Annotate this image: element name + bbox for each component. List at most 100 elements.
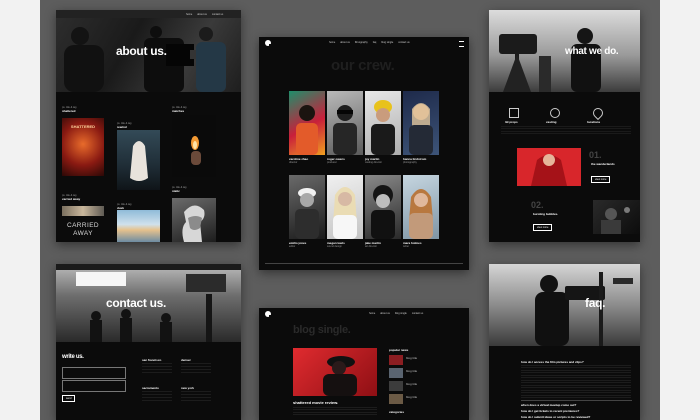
sunset-sea-image[interactable] [117,210,160,242]
nav-home[interactable]: home [186,13,192,16]
match-flame-image[interactable] [172,115,216,177]
poster-title-text: SHATTERED [70,124,96,129]
nav-home[interactable]: home [329,41,335,44]
crew-caption-3: joy martin casting director [365,157,382,164]
crew-caption-8: mara holmes writer [403,241,422,248]
crew-caption-5: emilio jones editor [289,241,307,248]
crew-portrait-7[interactable] [365,175,401,239]
about-item-4-caption: ps. title & tag carried away [62,194,81,201]
bubbles-feature-image[interactable] [593,200,640,234]
about-us-page-mockup[interactable]: about us. home about us contact us ps. t… [56,10,241,242]
feature-1-view-button[interactable]: view more [591,176,611,183]
news-thumb-1[interactable] [389,355,403,365]
faq-divider-1 [521,400,632,401]
faq-question-2[interactable]: when does a virtual meetup come out? [521,403,576,407]
crew-portrait-5[interactable] [289,175,325,239]
nav-blog[interactable]: blog single [395,312,407,315]
portrait-1-figure [296,105,318,155]
blog-single-page-mockup[interactable]: home about us blog single contact us blo… [259,308,469,420]
nav-contact[interactable]: contact us [398,41,409,44]
popular-news-heading: popular news [389,348,409,352]
news-thumb-4[interactable] [389,394,403,404]
red-jacket-figure [531,154,567,186]
nav-about[interactable]: about us [340,41,350,44]
faq-top-nav[interactable]: home faq [569,267,584,270]
news-title-3[interactable]: blog title [406,382,417,386]
categories-heading: categories [389,410,405,414]
carried-away-strip-image[interactable] [62,206,104,216]
crew-portrait-6[interactable] [327,175,363,239]
blog-post-figure [323,356,357,396]
faq-question-3[interactable]: how do I get tickets to recent premieres… [521,409,579,413]
name-input[interactable] [62,367,126,379]
office-sf-lines [142,363,172,375]
email-input[interactable] [62,380,126,392]
news-thumb-3[interactable] [389,381,403,391]
crew-portrait-1[interactable] [289,91,325,155]
crew-caption-2: roger owens producer [327,157,345,164]
send-button[interactable]: send [62,395,76,402]
service-label-2: casting [546,120,557,124]
portrait-3-figure [371,100,395,155]
contact-us-page-mockup[interactable]: contact us. write us. send san francisco… [56,264,241,420]
portrait-5-figure [295,188,319,239]
nav-home[interactable]: home [369,312,375,315]
white-cloth-figure-image[interactable] [117,130,160,190]
office-denver: denver [181,358,191,362]
office-newyork: new york [181,386,195,390]
feature-2-view-button[interactable]: view more [533,224,553,231]
nav-blog[interactable]: blog single [381,41,393,44]
faq-page-mockup[interactable]: faq. home faq how do I access the film p… [489,264,640,420]
brand-logo-icon[interactable] [265,40,272,47]
blog-post-hero-image[interactable] [293,348,377,396]
blog-top-nav[interactable]: home about us blog single contact us [369,312,423,315]
nav-contact[interactable]: contact us [212,13,223,16]
nav-about[interactable]: about us [380,312,390,315]
portrait-6-figure [333,187,357,239]
menu-icon[interactable] [459,41,464,47]
portrait-7-figure [371,185,395,239]
faq-title: faq. [585,296,606,310]
news-title-4[interactable]: blog title [406,395,417,399]
crew-portrait-2[interactable] [327,91,363,155]
shattered-poster-image[interactable]: SHATTERED [62,118,104,176]
nav-faq[interactable]: faq [580,267,583,270]
contact-hero-image: contact us. [56,264,241,342]
about-hero-image: about us. [56,10,241,92]
cameraman-silhouette [535,272,633,346]
nav-faq[interactable]: faq [373,41,376,44]
faq-question-1[interactable]: how do I access the film pictures and cl… [521,360,584,364]
office-sacramento: sacramento [142,386,159,390]
our-crew-page-mockup[interactable]: home about us filmography faq blog singl… [259,37,469,270]
crew-caption-6: megan lewis sound design [327,241,345,248]
faq-answer-1 [521,365,631,399]
cloaked-figure-shape [130,141,148,181]
crew-portrait-8[interactable] [403,175,439,239]
portrait-4-figure [409,103,433,155]
profile-silhouette [182,205,205,242]
news-title-2[interactable]: blog title [406,369,417,373]
crew-caption-1: caroline zhao director [289,157,309,164]
whatwedo-hero-image: what we do. [489,10,640,92]
feature-number-2: 02. [531,200,544,210]
brand-logo-icon[interactable] [265,311,272,318]
blond-profile-image[interactable] [172,198,216,242]
faq-question-4[interactable]: how do I submit ideas or scripts to be r… [521,415,590,419]
nav-films[interactable]: filmography [355,41,368,44]
red-jacket-feature-image[interactable] [517,148,581,186]
nav-about[interactable]: about us [197,13,207,16]
crew-portrait-4[interactable] [403,91,439,155]
faq-hero-image: faq. [489,264,640,346]
about-top-nav[interactable]: home about us contact us [186,13,223,16]
nav-home[interactable]: home [569,267,575,270]
news-thumb-2[interactable] [389,368,403,378]
crew-portrait-3[interactable] [365,91,401,155]
office-denver-lines [181,363,211,375]
service-desc-placeholder [501,126,631,136]
nav-contact[interactable]: contact us [412,312,423,315]
feature-number-1: 01. [589,150,602,160]
feature-title-2: bursting bubbles. [533,212,559,216]
what-we-do-page-mockup[interactable]: what we do. 3d props casting locations 0… [489,10,640,242]
news-title-1[interactable]: blog title [406,356,417,360]
crew-top-nav[interactable]: home about us filmography faq blog singl… [329,41,410,44]
